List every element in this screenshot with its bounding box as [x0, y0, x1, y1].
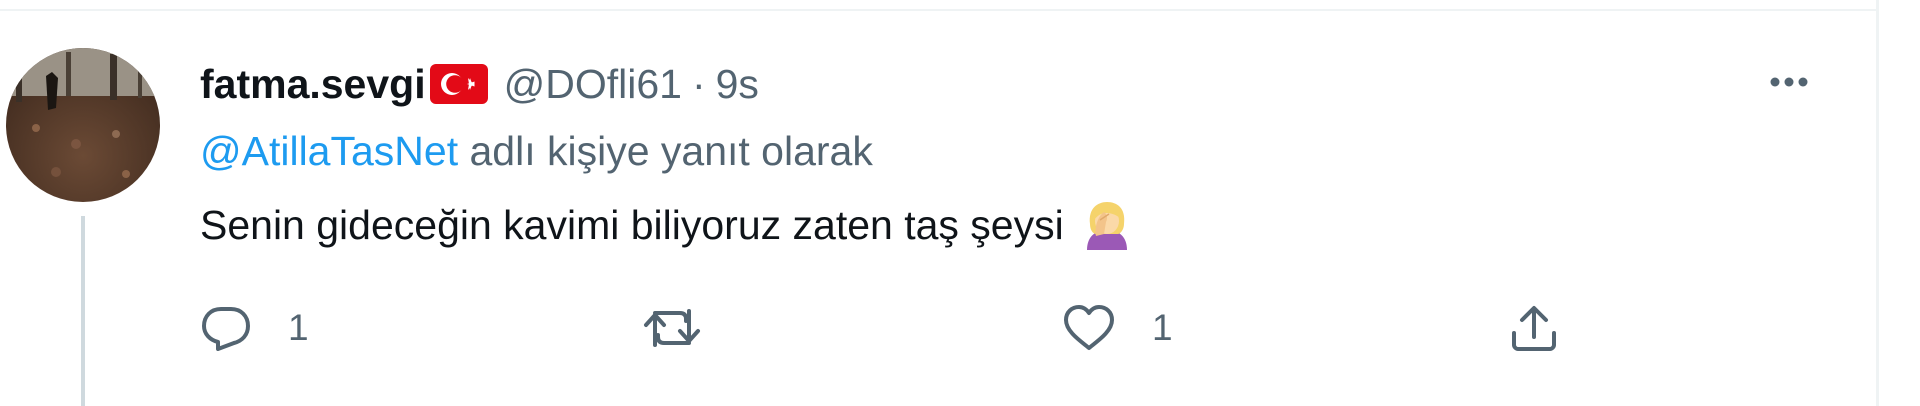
reply-context-text: adlı kişiye yanıt olarak [458, 128, 873, 174]
woman-facepalming-emoji-icon [1084, 200, 1130, 250]
mention-link[interactable]: @AtillaTasNet [200, 128, 458, 174]
retweet-icon [644, 309, 700, 347]
tweet-header: fatma.sevgi @DOfli61 · 9s [200, 56, 759, 112]
turkey-flag-icon [429, 64, 488, 104]
handle[interactable]: @DOfli61 [504, 61, 682, 108]
timestamp[interactable]: 9s [716, 61, 759, 108]
reply-count: 1 [288, 307, 309, 348]
reply-context: @AtillaTasNet adlı kişiye yanıt olarak [200, 128, 873, 175]
tweet-text: Senin gideceğin kavimi biliyoruz zaten t… [200, 200, 1130, 250]
more-options-button[interactable] [1764, 62, 1814, 102]
like-button[interactable]: 1 [1062, 300, 1173, 356]
thread-line [81, 216, 85, 406]
tweet-body: Senin gideceğin kavimi biliyoruz zaten t… [200, 201, 1064, 248]
right-divider [1876, 0, 1879, 406]
like-count: 1 [1152, 307, 1173, 348]
share-icon [1512, 306, 1556, 351]
reply-button[interactable]: 1 [200, 300, 309, 356]
retweet-button[interactable] [642, 300, 738, 356]
heart-icon [1064, 305, 1114, 350]
share-button[interactable] [1508, 300, 1560, 356]
separator-dot: · [691, 60, 706, 107]
avatar[interactable] [6, 48, 160, 202]
display-name[interactable]: fatma.sevgi [200, 61, 426, 108]
more-dots-icon [1770, 77, 1808, 87]
top-divider [0, 9, 1876, 11]
tweet-container[interactable]: fatma.sevgi @DOfli61 · 9s @AtillaTasNet … [0, 0, 1920, 406]
reply-icon [202, 307, 250, 351]
